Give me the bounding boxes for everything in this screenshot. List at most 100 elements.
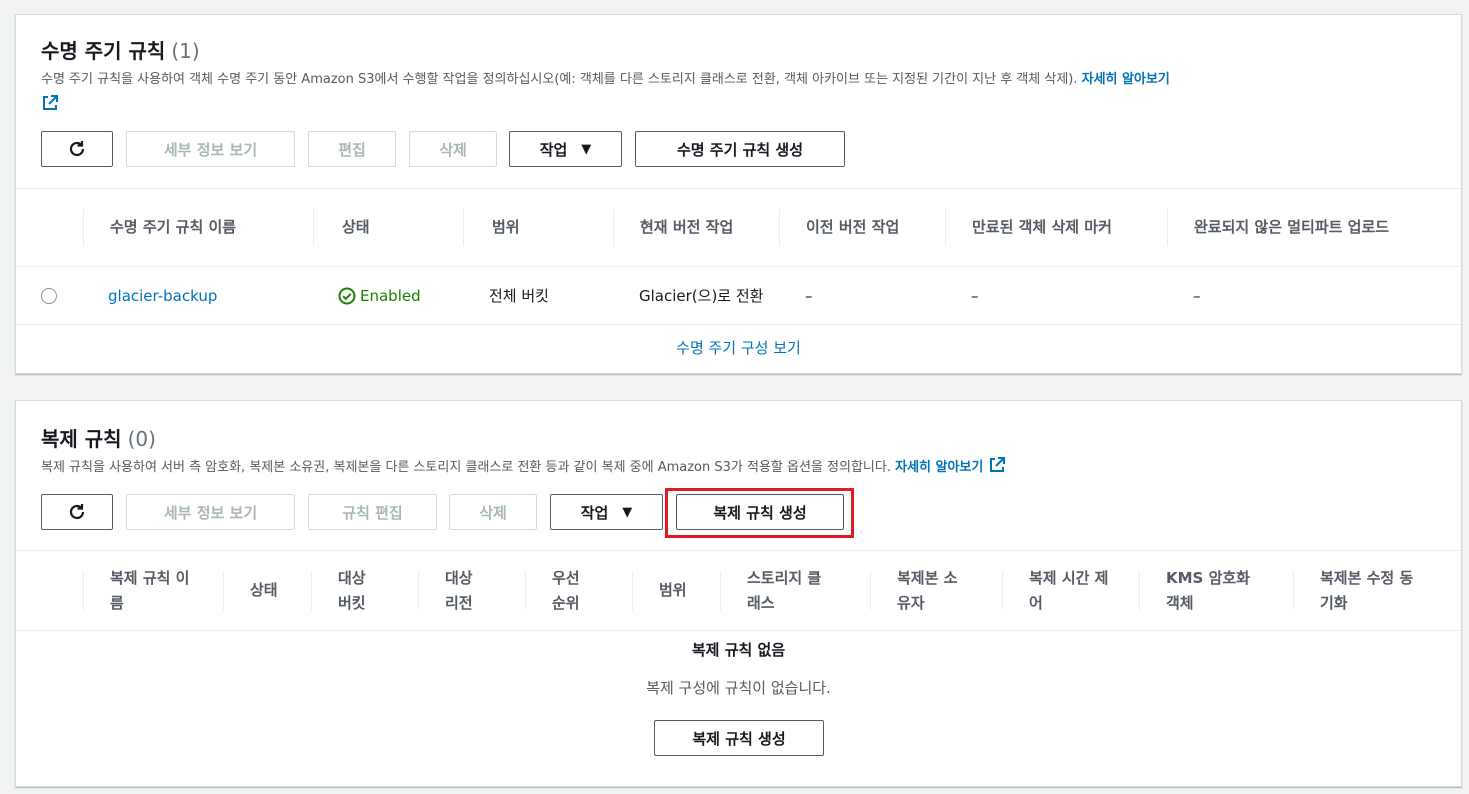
replication-title: 복제 규칙 (0) [41,423,156,452]
col-incomplete-multipart[interactable]: 완료되지 않은 멀티파트 업로드 [1167,189,1458,266]
col-scope-label: 범위 [492,218,520,236]
col-storage-class[interactable]: 스토리지 클래스 [720,551,871,630]
col-label: 스토리지 클래스 [747,568,822,612]
replication-delete-button[interactable]: 삭제 [449,494,537,530]
refresh-icon [69,141,85,157]
replication-actions-dropdown[interactable]: 작업 ▼ [550,494,663,530]
empty-state-title: 복제 규칙 없음 [691,641,786,659]
col-rule-name[interactable]: 수명 주기 규칙 이름 [83,189,314,266]
replication-table-header: 복제 규칙 이름 상태 대상 버킷 대상 리전 우선 순위 범위 스토리지 클래… [16,550,1461,631]
rule-name-cell: glacier-backup [108,267,308,324]
col-priority[interactable]: 우선 순위 [525,551,633,630]
expired-marker-text: – [971,286,979,305]
col-previous-label: 이전 버전 작업 [806,218,900,236]
lifecycle-learn-more-link[interactable]: 자세히 알아보기 [1082,72,1170,87]
col-replication-rule-name[interactable]: 복제 규칙 이름 [83,551,224,630]
col-status-label: 상태 [342,218,370,236]
previous-action-cell: – [805,267,925,324]
scope-text: 전체 버킷 [489,286,549,305]
lifecycle-edit-button[interactable]: 편집 [308,131,396,167]
col-current-version-action[interactable]: 현재 버전 작업 [613,189,780,266]
actions-label: 작업 [539,140,568,159]
col-label: 대상 버킷 [338,568,366,612]
lifecycle-table-header: 수명 주기 규칙 이름 상태 범위 현재 버전 작업 이전 버전 작업 만료된 … [16,188,1461,267]
col-label: 복제본 소유자 [897,568,958,612]
col-scope[interactable]: 범위 [632,551,721,630]
rule-name-link[interactable]: glacier-backup [108,285,217,307]
col-label: 복제본 수정 동기화 [1320,568,1414,612]
incomplete-upload-cell: – [1193,267,1313,324]
replication-title-text: 복제 규칙 [41,427,122,451]
lifecycle-view-details-button[interactable]: 세부 정보 보기 [126,131,295,167]
check-circle-icon [338,287,356,304]
replication-refresh-button[interactable] [41,494,113,530]
col-replication-time-control[interactable]: 복제 시간 제어 [1002,551,1140,630]
edit-rule-label: 규칙 편집 [342,503,403,522]
col-incomplete-label: 완료되지 않은 멀티파트 업로드 [1194,218,1390,236]
col-previous-version-action[interactable]: 이전 버전 작업 [779,189,946,266]
col-destination-bucket[interactable]: 대상 버킷 [311,551,419,630]
col-replica-owner[interactable]: 복제본 소유자 [870,551,1003,630]
edit-label: 편집 [338,140,366,159]
col-replica-modification-sync[interactable]: 복제본 수정 동기화 [1293,551,1458,630]
col-label: 복제 규칙 이름 [110,568,190,612]
col-current-label: 현재 버전 작업 [640,218,734,236]
caret-down-icon: ▼ [581,141,592,157]
status-text: Enabled [360,286,421,305]
highlight-box [665,488,854,538]
col-label: 복제 시간 제어 [1029,568,1109,612]
table-row[interactable]: glacier-backup Enabled 전체 버킷 Glacier(으)로… [16,267,1461,325]
create-lifecycle-rule-button[interactable]: 수명 주기 규칙 생성 [635,131,845,167]
delete-label: 삭제 [479,503,507,522]
col-kms-encrypted-objects[interactable]: KMS 암호화 객체 [1139,551,1294,630]
view-details-label: 세부 정보 보기 [163,503,258,522]
replication-learn-more-link[interactable]: 자세히 알아보기 [895,457,1006,475]
view-lifecycle-config-link[interactable]: 수명 주기 구성 보기 [676,339,801,357]
view-details-label: 세부 정보 보기 [163,140,258,159]
col-destination-region[interactable]: 대상 리전 [418,551,526,630]
external-link-icon [989,457,1005,472]
replication-learn-more-text: 자세히 알아보기 [895,460,984,475]
replication-count: (0) [127,427,156,451]
lifecycle-learn-more-text: 자세히 알아보기 [1081,72,1170,87]
col-label: 상태 [250,581,278,599]
scope-cell: 전체 버킷 [489,267,609,324]
col-status[interactable]: 상태 [313,189,464,266]
replication-rules-panel: 복제 규칙 (0) 복제 규칙을 사용하여 서버 측 암호화, 복제본 소유권, … [15,400,1462,787]
replication-description: 복제 규칙을 사용하여 서버 측 암호화, 복제본 소유권, 복제본을 다른 스… [41,455,1421,481]
col-expired-delete-marker[interactable]: 만료된 객체 삭제 마커 [945,189,1168,266]
col-label: 우선 순위 [552,568,580,612]
lifecycle-description-text: 수명 주기 규칙을 사용하여 객체 수명 주기 동안 Amazon S3에서 수… [41,72,1078,87]
lifecycle-delete-button[interactable]: 삭제 [409,131,497,167]
empty-state-description: 복제 구성에 규칙이 없습니다. [646,679,831,697]
lifecycle-external-link[interactable] [41,95,59,113]
current-action-cell: Glacier(으)로 전환 [639,267,764,324]
row-select-radio-cell [41,267,81,324]
delete-label: 삭제 [439,140,467,159]
col-status[interactable]: 상태 [223,551,312,630]
col-expired-label: 만료된 객체 삭제 마커 [972,218,1112,236]
caret-down-icon: ▼ [622,504,633,520]
col-label: KMS 암호화 객체 [1166,568,1250,612]
create-lifecycle-label: 수명 주기 규칙 생성 [676,140,804,159]
lifecycle-actions-dropdown[interactable]: 작업 ▼ [509,131,622,167]
refresh-icon [69,504,85,520]
expired-marker-cell: – [971,267,1091,324]
lifecycle-title-text: 수명 주기 규칙 [41,39,166,63]
replication-description-text: 복제 규칙을 사용하여 서버 측 암호화, 복제본 소유권, 복제본을 다른 스… [41,460,891,475]
lifecycle-count: (1) [171,39,200,63]
replication-view-details-button[interactable]: 세부 정보 보기 [126,494,295,530]
row-select-radio[interactable] [41,287,57,304]
lifecycle-rules-panel: 수명 주기 규칙 (1) 수명 주기 규칙을 사용하여 객체 수명 주기 동안 A… [15,14,1462,374]
current-action-text: Glacier(으)로 전환 [639,286,764,305]
col-label: 대상 리전 [445,568,473,612]
replication-edit-rule-button[interactable]: 규칙 편집 [308,494,437,530]
actions-label: 작업 [580,503,609,522]
previous-action-text: – [805,286,813,305]
col-label: 범위 [659,581,687,599]
lifecycle-footer: 수명 주기 구성 보기 [16,337,1461,358]
col-rule-name-label: 수명 주기 규칙 이름 [110,218,237,236]
empty-create-replication-rule-button[interactable]: 복제 규칙 생성 [654,720,824,756]
lifecycle-refresh-button[interactable] [41,131,113,167]
col-scope[interactable]: 범위 [463,189,614,266]
